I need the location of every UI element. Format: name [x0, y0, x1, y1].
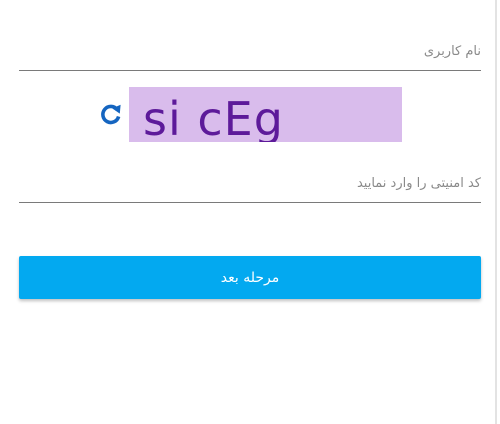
captcha-field-wrapper [19, 172, 481, 203]
captcha-input[interactable] [19, 173, 481, 203]
page-edge-divider [495, 0, 497, 424]
captcha-row: si cEg [98, 87, 403, 143]
refresh-icon[interactable] [98, 101, 124, 127]
username-input[interactable] [19, 41, 481, 71]
login-page: si cEg مرحله بعد [0, 0, 500, 424]
captcha-image: si cEg [129, 87, 402, 142]
captcha-text: si cEg [143, 92, 284, 142]
next-step-button[interactable]: مرحله بعد [19, 256, 481, 299]
username-field-wrapper [19, 40, 481, 71]
